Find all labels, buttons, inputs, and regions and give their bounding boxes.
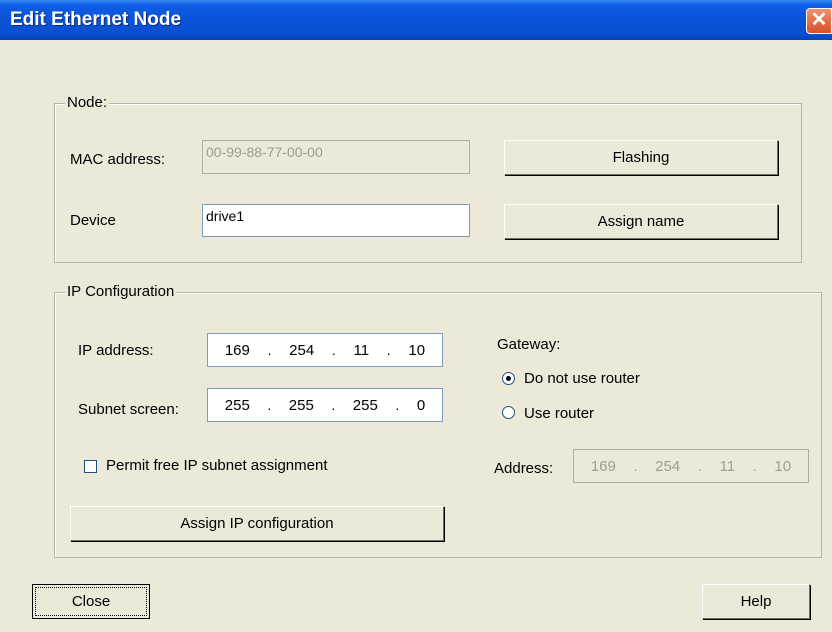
subnet-screen-field[interactable]: 255. 255. 255. 0 xyxy=(207,388,443,422)
address-octet: 10 xyxy=(774,457,792,475)
use-router-radio[interactable] xyxy=(502,406,515,419)
close-icon: ✕ xyxy=(810,9,828,31)
subnet-octet: 255 xyxy=(352,396,378,414)
ip-configuration-group-label: IP Configuration xyxy=(65,283,177,300)
ip-octet: 10 xyxy=(408,341,426,359)
ip-address-field[interactable]: 169. 254. 11. 10 xyxy=(207,333,443,367)
address-octet: 169 xyxy=(590,457,616,475)
device-label: Device xyxy=(70,212,116,229)
mac-address-label: MAC address: xyxy=(70,151,166,168)
ip-octet: 11 xyxy=(353,341,370,359)
subnet-octet: 0 xyxy=(416,396,426,414)
title-bar: Edit Ethernet Node ✕ xyxy=(0,0,832,40)
gateway-label: Gateway: xyxy=(497,336,561,353)
close-button[interactable]: Close xyxy=(32,584,150,619)
do-not-use-router-label[interactable]: Do not use router xyxy=(524,370,640,387)
address-octet: 11 xyxy=(719,457,736,475)
subnet-screen-label: Subnet screen: xyxy=(78,401,179,418)
ip-address-label: IP address: xyxy=(78,342,154,359)
assign-name-button[interactable]: Assign name xyxy=(504,204,778,239)
permit-free-subnet-label[interactable]: Permit free IP subnet assignment xyxy=(106,457,328,474)
gateway-address-label: Address: xyxy=(494,460,554,477)
device-name-input[interactable]: drive1 xyxy=(202,204,470,237)
flashing-button[interactable]: Flashing xyxy=(504,140,778,175)
subnet-octet: 255 xyxy=(224,396,250,414)
assign-ip-configuration-button[interactable]: Assign IP configuration xyxy=(70,506,444,541)
ip-octet: 254 xyxy=(289,341,315,359)
help-button[interactable]: Help xyxy=(702,584,810,619)
subnet-octet: 255 xyxy=(288,396,314,414)
do-not-use-router-radio[interactable] xyxy=(502,372,515,385)
use-router-label[interactable]: Use router xyxy=(524,405,594,422)
gateway-address-field: 169. 254. 11. 10 xyxy=(573,449,809,483)
permit-free-subnet-checkbox[interactable] xyxy=(84,460,97,473)
ip-octet: 169 xyxy=(224,341,250,359)
close-window-button[interactable]: ✕ xyxy=(806,8,832,34)
node-group-label: Node: xyxy=(65,94,110,111)
mac-address-field: 00-99-88-77-00-00 xyxy=(202,140,470,174)
node-group: Node: xyxy=(54,94,802,263)
address-octet: 254 xyxy=(655,457,681,475)
window-title: Edit Ethernet Node xyxy=(10,9,182,30)
